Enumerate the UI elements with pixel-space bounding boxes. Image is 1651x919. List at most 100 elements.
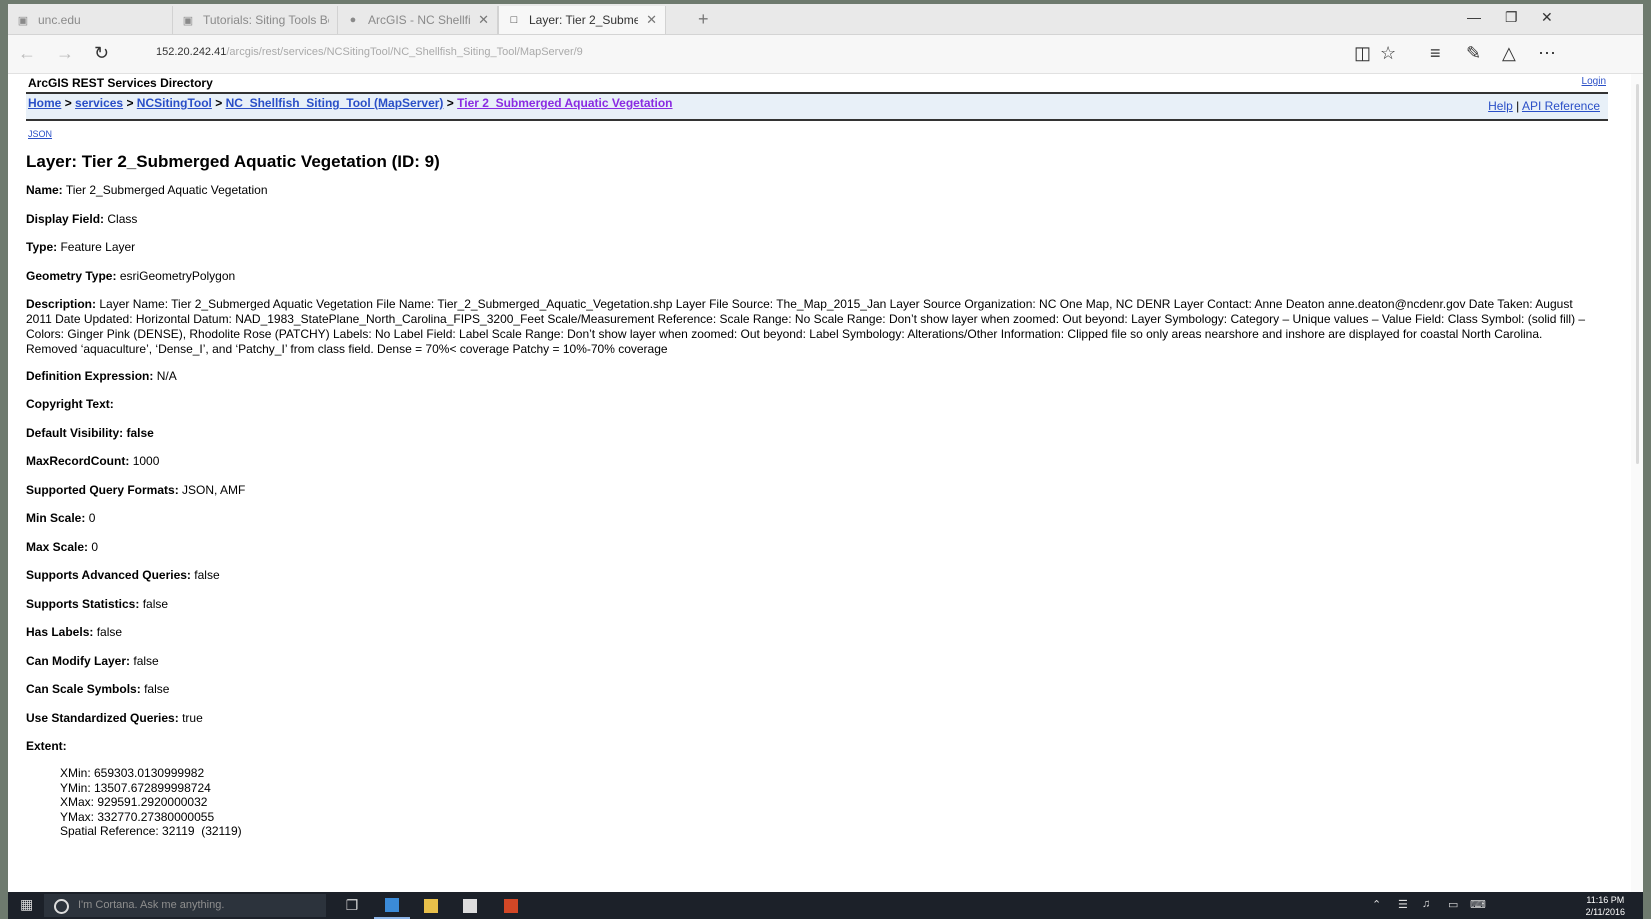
property-label: Has Labels:: [26, 625, 94, 639]
property-value: true: [182, 711, 203, 725]
web-note-icon[interactable]: ✎: [1466, 43, 1481, 64]
property-label: Use Standardized Queries:: [26, 711, 179, 725]
store-icon[interactable]: [452, 892, 488, 919]
chevron-up-icon[interactable]: ⌃: [1372, 898, 1381, 911]
breadcrumb-services[interactable]: services: [75, 96, 123, 110]
extent-xmin: XMin: 659303.0130999982: [60, 766, 205, 780]
can-scale-property: Can Scale Symbols: false: [26, 682, 169, 696]
network-icon[interactable]: ☰: [1398, 898, 1408, 911]
powerpoint-icon[interactable]: [493, 892, 529, 919]
globe-icon: ●: [349, 14, 357, 26]
breadcrumb-folder[interactable]: NCSitingTool: [137, 96, 212, 110]
minimize-icon[interactable]: —: [1467, 9, 1481, 25]
edge-browser-icon[interactable]: [374, 892, 410, 919]
taskbar: ▦ I'm Cortana. Ask me anything. ❐ ⌃ ☰ ♫ …: [8, 892, 1643, 919]
tab-site-icon: ▣: [17, 14, 29, 27]
address-bar[interactable]: 152.20.242.41/arcgis/rest/services/NCSit…: [156, 46, 583, 58]
property-value: false: [126, 426, 154, 440]
property-label: Geometry Type:: [26, 269, 117, 283]
more-icon[interactable]: ⋯: [1538, 43, 1556, 64]
max-record-count-property: MaxRecordCount: 1000: [26, 454, 159, 468]
cortana-placeholder: I'm Cortana. Ask me anything.: [78, 899, 225, 911]
favorite-star-icon[interactable]: ☆: [1380, 43, 1396, 64]
breadcrumb-separator: >: [64, 96, 72, 110]
extent-ymax: YMax: 332770.27380000055: [60, 809, 215, 824]
property-label: Definition Expression:: [26, 369, 154, 383]
vertical-scrollbar[interactable]: [1631, 74, 1643, 892]
scrollbar-thumb[interactable]: [1636, 84, 1639, 464]
breadcrumb-home[interactable]: Home: [28, 96, 61, 110]
property-label: Display Field:: [26, 212, 105, 226]
property-label: Can Modify Layer:: [26, 654, 131, 668]
property-label: Name:: [26, 183, 63, 197]
standardized-queries-property: Use Standardized Queries: true: [26, 711, 203, 725]
breadcrumb-service[interactable]: NC_Shellfish_Siting_Tool (MapServer): [226, 96, 444, 110]
property-label: Min Scale:: [26, 511, 86, 525]
tab-unc[interactable]: ▣ unc.edu: [8, 6, 173, 34]
property-value: false: [194, 568, 220, 582]
extent-ymin: YMin: 13507.672899998724: [60, 780, 211, 795]
tab-label: Layer: Tier 2_Submergec: [529, 13, 638, 27]
breadcrumb-bar: Home > services > NCSitingTool > NC_Shel…: [26, 92, 1608, 121]
page-title: Layer: Tier 2_Submerged Aquatic Vegetati…: [26, 152, 440, 171]
property-value: 0: [91, 540, 99, 554]
tab-layer[interactable]: □ Layer: Tier 2_Submergec ✕: [498, 6, 666, 34]
breadcrumb-separator: >: [126, 96, 134, 110]
url-host: 152.20.242.41: [156, 46, 227, 58]
login-link[interactable]: Login: [1582, 76, 1606, 87]
display-field-property: Display Field: Class: [26, 212, 137, 226]
default-visibility-property: Default Visibility: false: [26, 426, 154, 440]
reading-view-icon[interactable]: ◫: [1354, 43, 1371, 64]
geometry-type-property: Geometry Type: esriGeometryPolygon: [26, 269, 235, 283]
help-link[interactable]: Help: [1488, 99, 1513, 113]
breadcrumb-layer[interactable]: Tier 2_Submerged Aquatic Vegetation: [457, 96, 672, 110]
forward-icon[interactable]: →: [56, 43, 74, 64]
back-icon[interactable]: ←: [18, 43, 36, 64]
property-label: Can Scale Symbols:: [26, 682, 141, 696]
tab-arcgis[interactable]: ● ArcGIS - NC Shellfish Le ✕: [338, 6, 498, 34]
extent-property: Extent:: [26, 739, 67, 753]
name-property: Name: Tier 2_Submerged Aquatic Vegetatio…: [26, 183, 268, 197]
tab-site-icon: ▣: [182, 14, 194, 27]
file-explorer-icon[interactable]: [413, 892, 449, 919]
property-label: Default Visibility:: [26, 426, 124, 440]
new-tab-icon[interactable]: +: [698, 9, 709, 30]
json-link[interactable]: JSON: [28, 129, 52, 139]
can-modify-property: Can Modify Layer: false: [26, 654, 159, 668]
share-icon[interactable]: △: [1502, 43, 1516, 64]
extent-values: XMin: 659303.0130999982 YMin: 13507.6728…: [60, 766, 242, 839]
tab-tutorials[interactable]: ▣ Tutorials: Siting Tools Benthi: [173, 6, 338, 34]
clock-date: 2/11/2016: [1585, 907, 1625, 917]
keyboard-icon[interactable]: ⌨: [1470, 898, 1486, 911]
windows-start-icon[interactable]: ▦: [20, 896, 33, 913]
property-value: Class: [107, 212, 138, 226]
restore-icon[interactable]: ❐: [1505, 9, 1518, 26]
task-view-icon[interactable]: ❐: [334, 892, 370, 919]
property-value: esriGeometryPolygon: [119, 269, 236, 283]
help-links: Help | API Reference: [1488, 99, 1600, 113]
hub-icon[interactable]: ≡: [1430, 43, 1441, 64]
breadcrumb-separator: >: [215, 96, 223, 110]
close-icon[interactable]: ✕: [478, 12, 489, 28]
property-label: Extent:: [26, 739, 67, 753]
tab-label: ArcGIS - NC Shellfish Le: [368, 13, 470, 27]
reload-icon[interactable]: ↻: [94, 43, 109, 64]
property-value: false: [96, 625, 123, 639]
extent-spatial-reference: Spatial Reference: 32119 (32119): [60, 824, 242, 838]
property-label: Supported Query Formats:: [26, 483, 179, 497]
api-reference-link[interactable]: API Reference: [1522, 99, 1600, 113]
help-separator: |: [1516, 99, 1520, 113]
cortana-search[interactable]: I'm Cortana. Ask me anything.: [44, 894, 326, 917]
property-label: MaxRecordCount:: [26, 454, 130, 468]
clock[interactable]: 11:16 PM 2/11/2016: [1586, 894, 1625, 918]
volume-icon[interactable]: ♫: [1422, 898, 1430, 910]
page-icon: □: [510, 14, 518, 26]
close-icon[interactable]: ✕: [646, 12, 657, 28]
property-value: Tier 2_Submerged Aquatic Vegetation: [65, 183, 268, 197]
window-close-icon[interactable]: ✕: [1541, 9, 1553, 26]
action-center-icon[interactable]: ▭: [1448, 898, 1458, 911]
advanced-queries-property: Supports Advanced Queries: false: [26, 568, 220, 582]
tab-strip: ▣ unc.edu ▣ Tutorials: Siting Tools Bent…: [8, 4, 1643, 35]
property-value: 0: [88, 511, 96, 525]
cortana-icon: [54, 899, 69, 914]
